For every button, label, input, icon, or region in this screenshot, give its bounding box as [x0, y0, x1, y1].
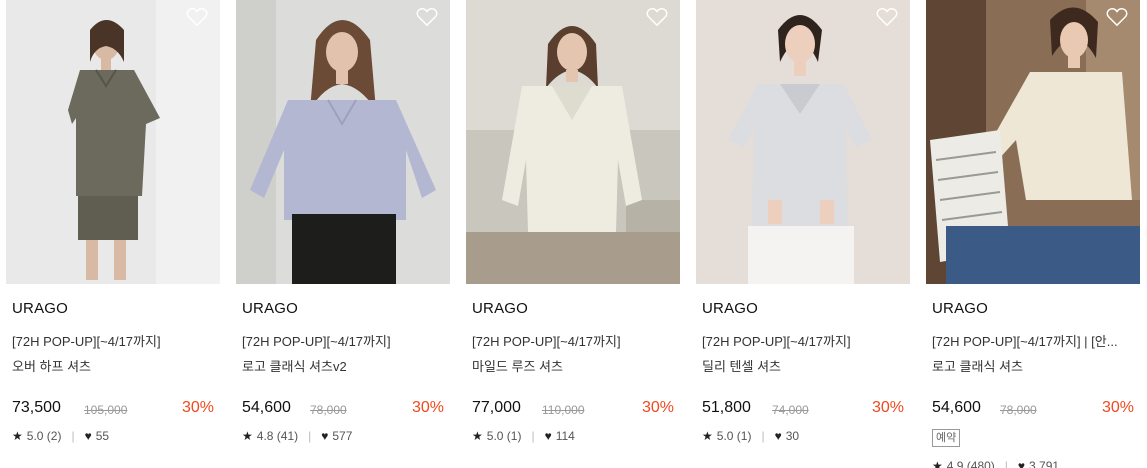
sale-price: 73,500: [12, 399, 61, 416]
rating-text: 5.0 (2): [26, 429, 62, 443]
product-card[interactable]: URAGO [72H POP-UP][~4/17까지] 마일드 루즈 셔츠 77…: [466, 0, 680, 468]
heart-outline-icon[interactable]: [416, 7, 438, 27]
sale-price: 54,600: [932, 399, 981, 416]
heart-outline-icon[interactable]: [876, 7, 898, 27]
divider: |: [71, 429, 75, 443]
heart-filled-icon: ♥: [774, 429, 782, 443]
review-meta: ★ 4.8 (41) | ♥ 577: [242, 429, 352, 443]
promo-text: [72H POP-UP][~4/17까지]: [472, 334, 621, 349]
rating-text: 4.8 (41): [256, 429, 299, 443]
brand-name[interactable]: URAGO: [472, 300, 528, 317]
brand-name[interactable]: URAGO: [242, 300, 298, 317]
brand-name[interactable]: URAGO: [932, 300, 988, 317]
product-photo: [466, 0, 680, 284]
star-icon: ★: [932, 459, 943, 468]
divider: |: [308, 429, 312, 443]
heart-outline-icon[interactable]: [1106, 7, 1128, 27]
discount-rate: 30%: [871, 399, 904, 416]
star-icon: ★: [12, 429, 23, 443]
product-name[interactable]: 마일드 루즈 셔츠: [472, 356, 563, 375]
reservation-badge: 예약: [932, 429, 961, 447]
star-icon: ★: [472, 429, 483, 443]
original-price: 78,000: [310, 403, 347, 417]
product-photo: [926, 0, 1140, 284]
promo-text: [72H POP-UP][~4/17까지]: [242, 334, 391, 349]
product-card[interactable]: URAGO [72H POP-UP][~4/17까지] 로고 클래식 셔츠v2 …: [236, 0, 450, 468]
product-image[interactable]: [6, 0, 220, 284]
brand-name[interactable]: URAGO: [12, 300, 68, 317]
product-photo: [6, 0, 220, 284]
product-photo: [696, 0, 910, 284]
sale-price: 54,600: [242, 399, 291, 416]
star-icon: ★: [702, 429, 713, 443]
original-price: 78,000: [1000, 403, 1037, 417]
star-icon: ★: [242, 429, 253, 443]
heart-filled-icon: ♥: [544, 429, 552, 443]
original-price: 105,000: [84, 403, 128, 417]
likes-count: 30: [785, 429, 800, 443]
rating-text: 4.9 (480): [946, 459, 995, 468]
product-card[interactable]: URAGO [72H POP-UP][~4/17까지] 오버 하프 셔츠 73,…: [6, 0, 220, 468]
original-price: 74,000: [772, 403, 809, 417]
heart-filled-icon: ♥: [321, 429, 329, 443]
likes-count: 114: [555, 429, 575, 443]
likes-count: 55: [95, 429, 110, 443]
product-card[interactable]: URAGO [72H POP-UP][~4/17까지] 딜리 텐셀 셔츠 51,…: [696, 0, 910, 468]
product-image[interactable]: [696, 0, 910, 284]
likes-count: 3,791: [1029, 459, 1060, 468]
likes-count: 577: [332, 429, 353, 443]
product-name[interactable]: 로고 클래식 셔츠: [932, 356, 1023, 375]
rating-text: 5.0 (1): [716, 429, 752, 443]
product-name[interactable]: 오버 하프 셔츠: [12, 356, 91, 375]
original-price: 110,000: [542, 403, 585, 417]
heart-filled-icon: ♥: [84, 429, 92, 443]
product-image[interactable]: [926, 0, 1140, 284]
review-meta: ★ 5.0 (2) | ♥ 55: [12, 429, 109, 443]
product-grid: URAGO [72H POP-UP][~4/17까지] 오버 하프 셔츠 73,…: [6, 0, 1147, 468]
heart-filled-icon: ♥: [1017, 459, 1026, 468]
discount-rate: 30%: [411, 399, 444, 416]
brand-name[interactable]: URAGO: [702, 300, 758, 317]
divider: |: [531, 429, 535, 443]
promo-text: [72H POP-UP][~4/17까지]: [12, 334, 161, 349]
promo-text: [72H POP-UP][~4/17까지] | [안...: [932, 334, 1118, 349]
heart-outline-icon[interactable]: [186, 7, 208, 27]
sale-price: 77,000: [472, 399, 521, 416]
heart-outline-icon[interactable]: [646, 7, 668, 27]
divider: |: [761, 429, 765, 443]
review-meta: ★ 5.0 (1) | ♥ 114: [472, 429, 575, 443]
product-image[interactable]: [236, 0, 450, 284]
review-meta: ★ 5.0 (1) | ♥ 30: [702, 429, 799, 443]
discount-rate: 30%: [1101, 399, 1134, 416]
promo-text: [72H POP-UP][~4/17까지]: [702, 334, 851, 349]
rating-text: 5.0 (1): [486, 429, 522, 443]
product-name[interactable]: 로고 클래식 셔츠v2: [242, 356, 347, 375]
discount-rate: 30%: [181, 399, 214, 416]
review-meta: ★ 4.9 (480) | ♥ 3,791: [932, 459, 1059, 468]
divider: |: [1004, 459, 1008, 468]
product-image[interactable]: [466, 0, 680, 284]
discount-rate: 30%: [641, 399, 674, 416]
sale-price: 51,800: [702, 399, 751, 416]
product-name[interactable]: 딜리 텐셀 셔츠: [702, 356, 781, 375]
product-card[interactable]: URAGO [72H POP-UP][~4/17까지] | [안... 로고 클…: [926, 0, 1140, 468]
product-photo: [236, 0, 450, 284]
